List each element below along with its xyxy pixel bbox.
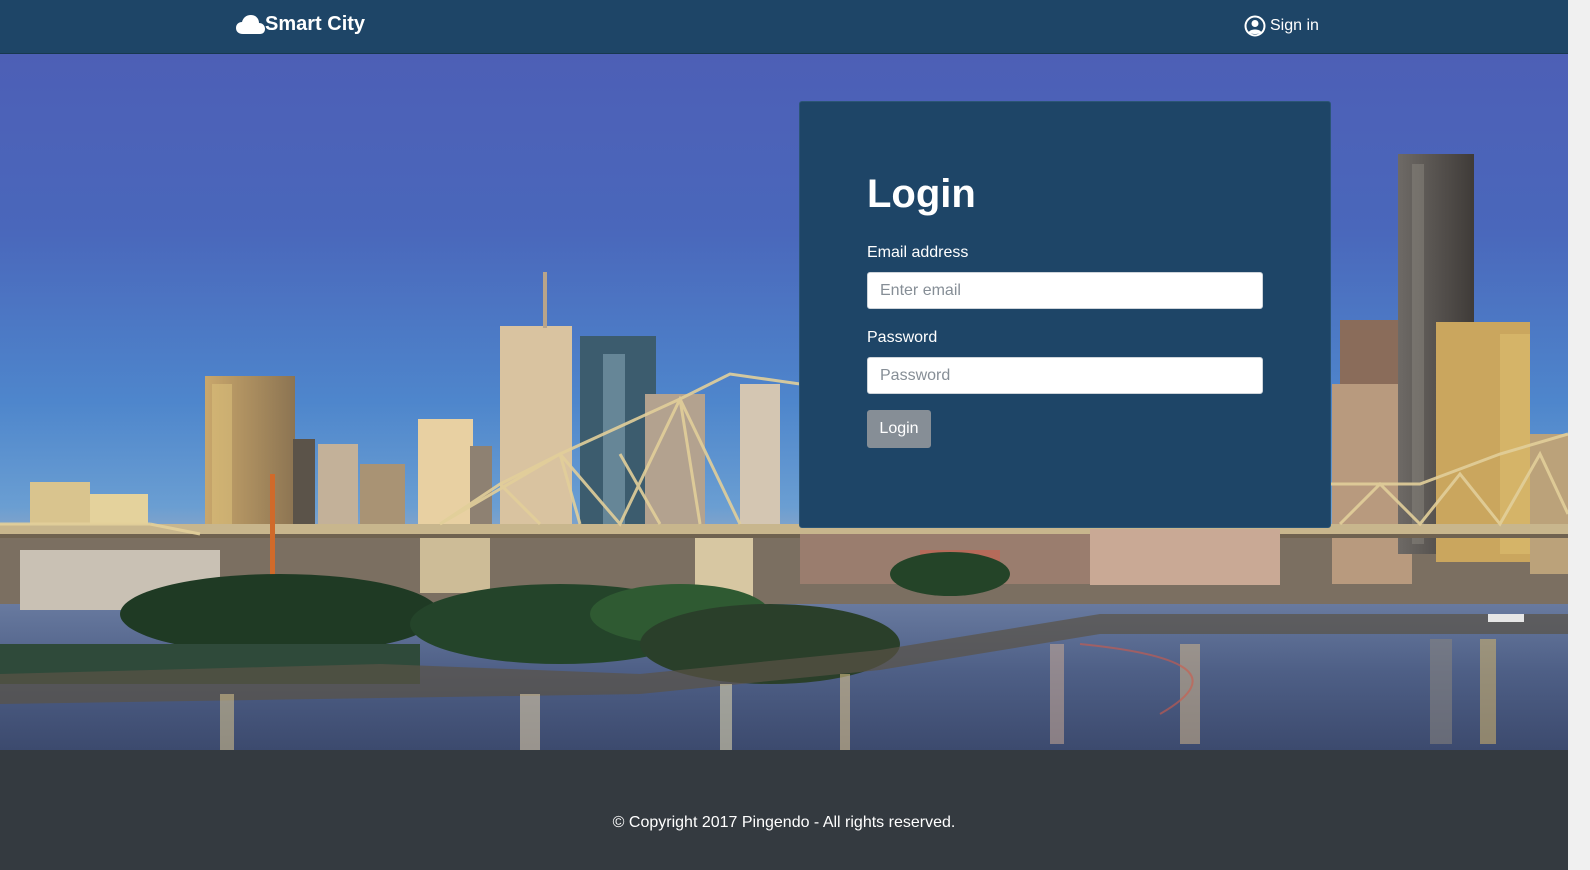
login-button[interactable]: Login [867, 410, 931, 448]
email-input[interactable] [867, 272, 1263, 309]
cloud-icon [236, 14, 265, 34]
sign-in-link[interactable]: Sign in [1244, 15, 1319, 37]
hero-background: Login Email address Password Login [0, 54, 1568, 750]
brand-link[interactable]: Smart City [236, 13, 365, 36]
password-label: Password [867, 329, 938, 346]
user-circle-icon [1244, 15, 1266, 37]
sign-in-label: Sign in [1270, 17, 1319, 34]
copyright-text: © Copyright 2017 Pingendo - All rights r… [612, 814, 956, 831]
top-navbar: Smart City Sign in [0, 0, 1568, 54]
login-card: Login Email address Password Login [799, 101, 1331, 528]
city-skyline-image [0, 154, 1568, 750]
password-input[interactable] [867, 357, 1263, 394]
brand-name: Smart City [265, 13, 366, 35]
email-label: Email address [867, 244, 969, 261]
window-scrollbar-gutter [1568, 0, 1590, 870]
footer: © Copyright 2017 Pingendo - All rights r… [0, 750, 1568, 870]
login-title: Login [867, 172, 976, 216]
